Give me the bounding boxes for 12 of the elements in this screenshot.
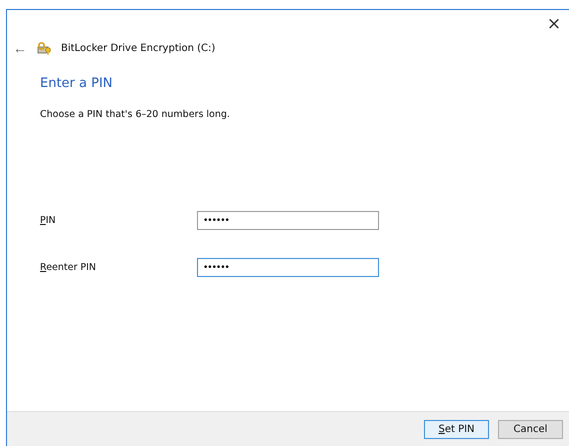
field-label: PIN xyxy=(40,215,57,226)
instruction-text: Choose a PIN that's 6–20 numbers long. xyxy=(40,109,231,120)
field-label: Reenter PIN xyxy=(40,262,98,273)
pin-field[interactable]: •••••• xyxy=(197,211,379,230)
cancel-button[interactable]: Cancel xyxy=(498,420,563,438)
window-title: BitLocker Drive Encryption (C:) xyxy=(61,42,216,54)
pin-field[interactable]: •••••• xyxy=(197,258,379,277)
back-button[interactable]: ← xyxy=(12,40,28,56)
drive-key-icon xyxy=(37,42,52,54)
page-heading: Enter a PIN xyxy=(40,76,114,91)
set-pin-button[interactable]: Set PIN xyxy=(424,420,489,438)
close-button[interactable]: × xyxy=(539,12,569,36)
